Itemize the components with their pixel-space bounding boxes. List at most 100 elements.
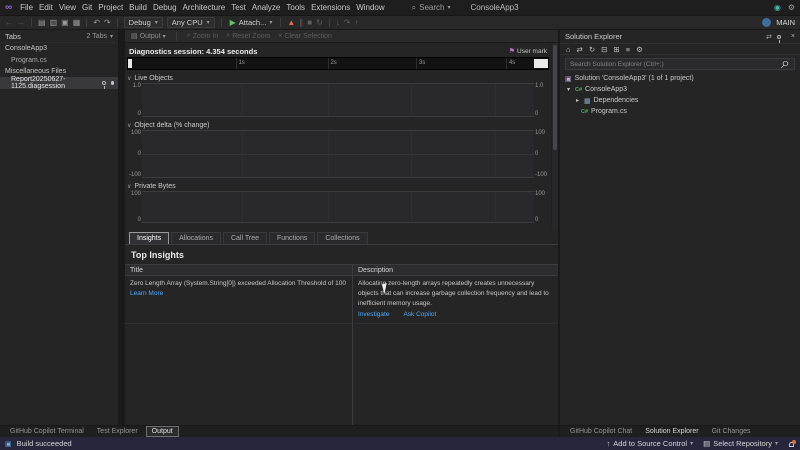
pause-icon[interactable]: ∥	[299, 19, 303, 27]
solution-search-input[interactable]	[570, 61, 781, 68]
save-all-icon[interactable]: ▦	[73, 19, 81, 27]
list-icon[interactable]: ≡	[626, 45, 630, 54]
step-into-icon[interactable]: ↓	[336, 19, 340, 27]
menu-window[interactable]: Window	[353, 2, 387, 13]
tabs-count[interactable]: 2 Tabs ▾	[86, 33, 113, 40]
toolbar-separator	[280, 18, 281, 27]
tab-collections[interactable]: Collections	[317, 232, 367, 244]
redo-icon[interactable]: ↷	[104, 19, 111, 27]
tabs-panel: Tabs 2 Tabs ▾ ConsoleApp3 Program.cs Mis…	[0, 30, 125, 425]
nav-back-icon[interactable]: ←	[5, 19, 13, 27]
output-view-dropdown[interactable]: ▤ Output ▾	[131, 32, 166, 40]
stop-icon[interactable]: ■	[307, 19, 312, 27]
tree-item-solution[interactable]: ▣ Solution 'ConsoleApp3' (1 of 1 project…	[560, 73, 800, 84]
dock-tab-output[interactable]: Output	[146, 426, 179, 437]
menu-analyze[interactable]: Analyze	[249, 2, 283, 13]
hot-reload-icon[interactable]: ▲	[287, 19, 295, 27]
add-to-source-control-button[interactable]: ↑ Add to Source Control ▾	[607, 439, 694, 448]
properties-icon[interactable]: ⚙	[636, 45, 643, 54]
nav-forward-icon[interactable]: →	[17, 19, 25, 27]
menu-debug[interactable]: Debug	[150, 2, 180, 13]
save-icon[interactable]: ▣	[61, 19, 69, 27]
menu-build[interactable]: Build	[126, 2, 150, 13]
select-repository-button[interactable]: ▤ Select Repository ▾	[703, 439, 778, 448]
menu-project[interactable]: Project	[95, 2, 126, 13]
tab-allocations[interactable]: Allocations	[171, 232, 221, 244]
tab-item-program-cs[interactable]: Program.cs	[0, 54, 118, 66]
vertical-scrollbar[interactable]	[551, 43, 558, 231]
y-axis-label: 0	[128, 111, 141, 117]
tab-item-diagsession[interactable]: Report20250627-1125.diagsession	[0, 77, 118, 89]
insight-row[interactable]: Zero Length Array (System.String[0]) exc…	[125, 276, 558, 324]
notifications-icon[interactable]: ⚙	[788, 3, 795, 12]
titlebar: ∞ File Edit View Git Project Build Debug…	[0, 0, 800, 16]
chevron-right-icon[interactable]: ▸	[574, 97, 581, 104]
menu-tools[interactable]: Tools	[283, 2, 308, 13]
zoom-in-button[interactable]: ⌕ Zoom In	[187, 32, 219, 40]
step-over-icon[interactable]: ↷	[344, 19, 351, 27]
show-all-files-icon[interactable]: ⊞	[613, 45, 619, 54]
solution-search-box[interactable]: ⌕	[565, 58, 795, 70]
pin-icon[interactable]	[777, 35, 781, 39]
switch-views-icon[interactable]: ⇄	[577, 45, 583, 54]
menu-edit[interactable]: Edit	[36, 2, 56, 13]
dock-tab-github-copilot-terminal[interactable]: GitHub Copilot Terminal	[5, 427, 89, 436]
tree-item-project[interactable]: ▾ C# ConsoleApp3	[560, 84, 800, 95]
chevron-down-icon: ▾	[163, 33, 166, 40]
pin-icon[interactable]	[102, 81, 106, 85]
chevron-expanded-icon[interactable]: ▾	[565, 86, 572, 93]
plot-live-objects[interactable]	[142, 83, 534, 117]
timeline-end-handle[interactable]	[534, 59, 548, 68]
reset-zoom-button[interactable]: ⌕ Reset Zoom	[226, 32, 270, 40]
learn-more-link[interactable]: Learn More	[130, 290, 163, 297]
close-icon[interactable]: ×	[791, 33, 795, 40]
menu-extensions[interactable]: Extensions	[308, 2, 353, 13]
dock-tab-git-changes[interactable]: Git Changes	[707, 427, 756, 436]
avatar	[762, 18, 771, 27]
attach-button[interactable]: ▶ Attach... ▾	[228, 18, 275, 27]
column-header-description[interactable]: Description	[353, 265, 558, 275]
restart-icon[interactable]: ↻	[316, 19, 323, 27]
configuration-dropdown[interactable]: Debug ▾	[124, 17, 163, 28]
timeline-start-handle[interactable]	[128, 59, 132, 68]
timeline-ruler[interactable]: 1s 2s 3s 4s	[127, 57, 549, 70]
menu-git[interactable]: Git	[79, 2, 95, 13]
menu-view[interactable]: View	[56, 2, 79, 13]
tab-call-tree[interactable]: Call Tree	[223, 232, 267, 244]
new-file-icon[interactable]: ▤	[38, 19, 46, 27]
panel-switch-icon[interactable]: ⇄	[766, 33, 772, 41]
scrollbar-thumb[interactable]	[553, 45, 557, 150]
ask-copilot-link[interactable]: Ask Copilot	[403, 310, 436, 320]
active-dot-icon[interactable]	[111, 81, 114, 85]
dock-tab-test-explorer[interactable]: Test Explorer	[92, 427, 143, 436]
investigate-link[interactable]: Investigate	[358, 310, 389, 320]
menu-file[interactable]: File	[17, 2, 36, 13]
plot-object-delta[interactable]	[142, 130, 534, 178]
account-icon[interactable]: ◉	[774, 3, 781, 12]
menu-architecture[interactable]: Architecture	[180, 2, 229, 13]
chart-header-private-bytes[interactable]: ∨ Private Bytes	[127, 181, 549, 191]
account-button[interactable]: MAIN	[762, 18, 795, 27]
open-file-icon[interactable]: ▥	[50, 19, 58, 27]
chart-header-object-delta[interactable]: ∨ Object delta (% change)	[127, 120, 549, 130]
quick-search-button[interactable]: ⌕ Search ▾	[412, 3, 451, 13]
dock-tab-github-copilot-chat[interactable]: GitHub Copilot Chat	[565, 427, 637, 436]
refresh-icon[interactable]: ↻	[589, 45, 595, 54]
step-out-icon[interactable]: ↑	[355, 19, 359, 27]
dock-tab-solution-explorer[interactable]: Solution Explorer	[640, 427, 703, 436]
tree-item-program-cs[interactable]: C# Program.cs	[560, 106, 800, 117]
platform-dropdown[interactable]: Any CPU ▾	[167, 17, 215, 28]
tab-insights[interactable]: Insights	[129, 232, 169, 244]
undo-icon[interactable]: ↶	[93, 19, 100, 27]
tab-functions[interactable]: Functions	[269, 232, 315, 244]
plot-private-bytes[interactable]	[142, 191, 534, 223]
notifications-bell-icon[interactable]	[788, 440, 795, 448]
chart-header-live-objects[interactable]: ∨ Live Objects	[127, 73, 549, 83]
column-header-title[interactable]: Title	[125, 265, 353, 275]
collapse-all-icon[interactable]: ⊟	[601, 45, 607, 54]
clear-selection-button[interactable]: × Clear Selection	[278, 33, 332, 40]
tree-item-dependencies[interactable]: ▸ ▦ Dependencies	[560, 95, 800, 106]
menu-test[interactable]: Test	[228, 2, 249, 13]
home-icon[interactable]: ⌂	[566, 45, 571, 54]
chart-live-objects: 1.0 0 1.0 0	[127, 83, 549, 117]
